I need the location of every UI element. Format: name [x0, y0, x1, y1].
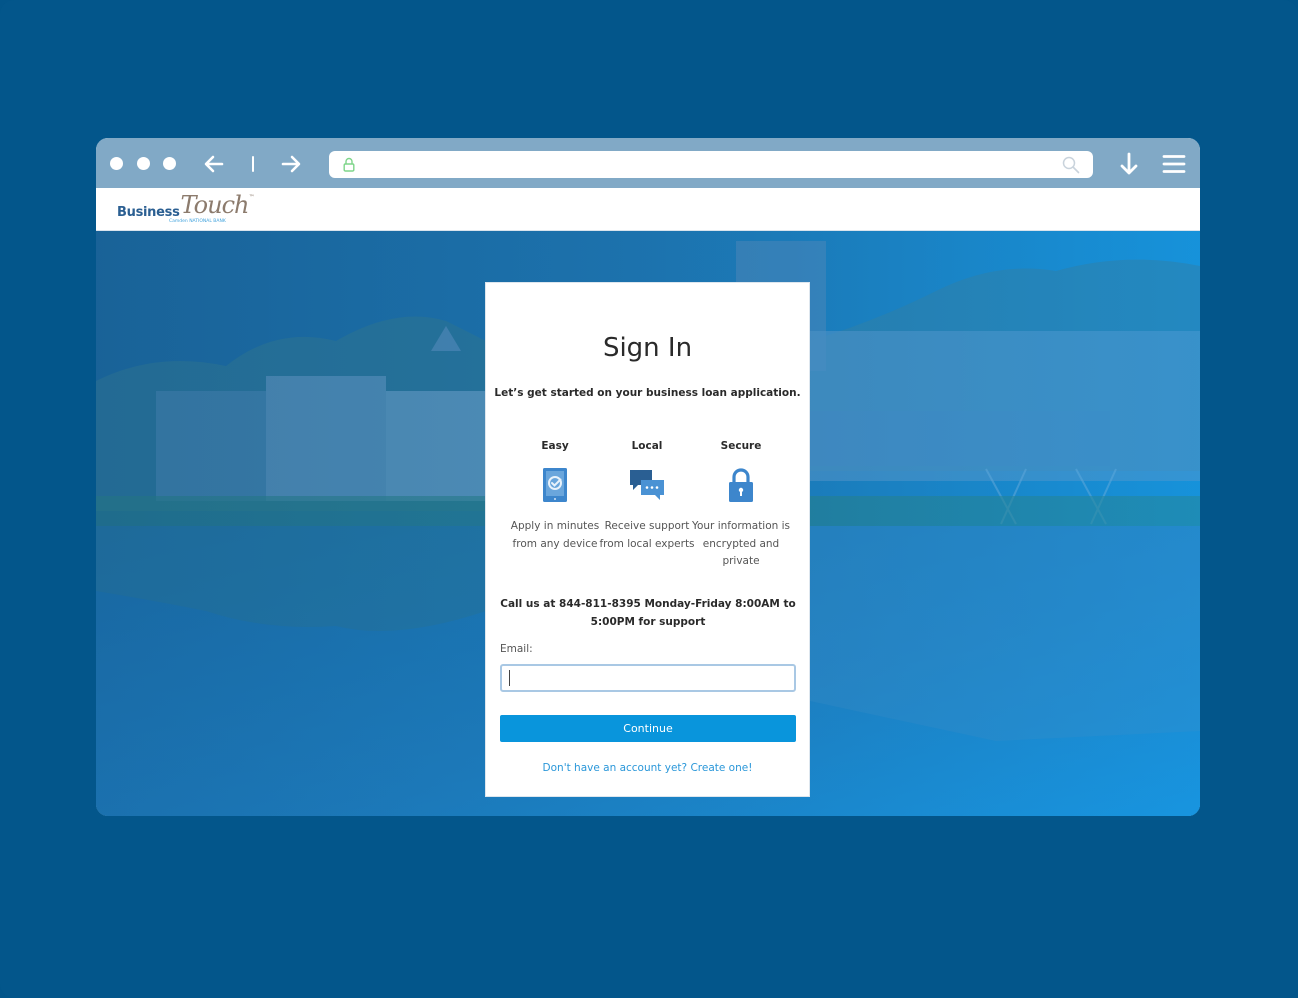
email-field[interactable] [500, 664, 796, 692]
page-title: Sign In [602, 333, 693, 363]
feature-local: Local Receive support from local experts [597, 440, 697, 553]
feature-list: Easy Apply in minutes from any device Lo… [498, 440, 798, 580]
logo-touch-text: Touch [180, 191, 250, 219]
lock-icon [343, 157, 355, 172]
padlock-icon [729, 468, 753, 502]
site-header: Business Touch ™ Camden NATIONAL BANK [96, 188, 1200, 231]
arrow-right-icon[interactable] [279, 152, 303, 176]
screenshot-frame: Business Touch ™ Camden NATIONAL BANK Si… [0, 0, 1298, 998]
window-dot-close[interactable] [110, 157, 123, 170]
email-label: Email: [500, 643, 533, 655]
create-account-link[interactable]: Don't have an account yet? Create one! [486, 762, 809, 774]
continue-button[interactable]: Continue [500, 715, 796, 742]
feature-title: Local [631, 440, 663, 452]
feature-description: Your information is encrypted and privat… [691, 520, 791, 567]
hero-background: Sign In Let’s get started on your busine… [96, 231, 1200, 816]
feature-easy: Easy Apply in minutes from any device [505, 440, 605, 553]
window-dot-maximize[interactable] [163, 157, 176, 170]
logo-business-text: Business [117, 205, 180, 220]
text-caret [509, 670, 510, 686]
browser-window: Business Touch ™ Camden NATIONAL BANK Si… [96, 138, 1200, 816]
nav-divider [252, 156, 254, 172]
feature-title: Secure [720, 440, 762, 452]
arrow-left-icon[interactable] [202, 152, 226, 176]
feature-title: Easy [541, 440, 569, 452]
support-phone-text: Call us at 844-811-8395 Monday-Friday 8:… [500, 598, 796, 628]
chat-bubbles-icon [630, 470, 664, 500]
address-bar[interactable] [329, 151, 1093, 178]
tablet-check-icon [543, 468, 567, 502]
business-touch-logo[interactable]: Business Touch ™ Camden NATIONAL BANK [117, 191, 255, 226]
logo-bank-subline: Camden NATIONAL BANK [169, 219, 226, 224]
download-arrow-icon[interactable] [1117, 151, 1141, 177]
signin-card: Sign In Let’s get started on your busine… [485, 282, 810, 797]
feature-description: Apply in minutes from any device [510, 520, 600, 550]
search-icon[interactable] [1061, 155, 1081, 175]
window-dot-minimize[interactable] [137, 157, 150, 170]
hamburger-menu-icon[interactable] [1162, 153, 1186, 175]
feature-secure: Secure Your information is encrypted and… [691, 440, 791, 571]
url-input[interactable] [359, 154, 1049, 175]
logo-trademark: ™ [248, 194, 255, 201]
browser-toolbar [96, 138, 1200, 188]
signin-subtitle: Let’s get started on your business loan … [494, 387, 801, 399]
feature-description: Receive support from local experts [599, 520, 695, 550]
